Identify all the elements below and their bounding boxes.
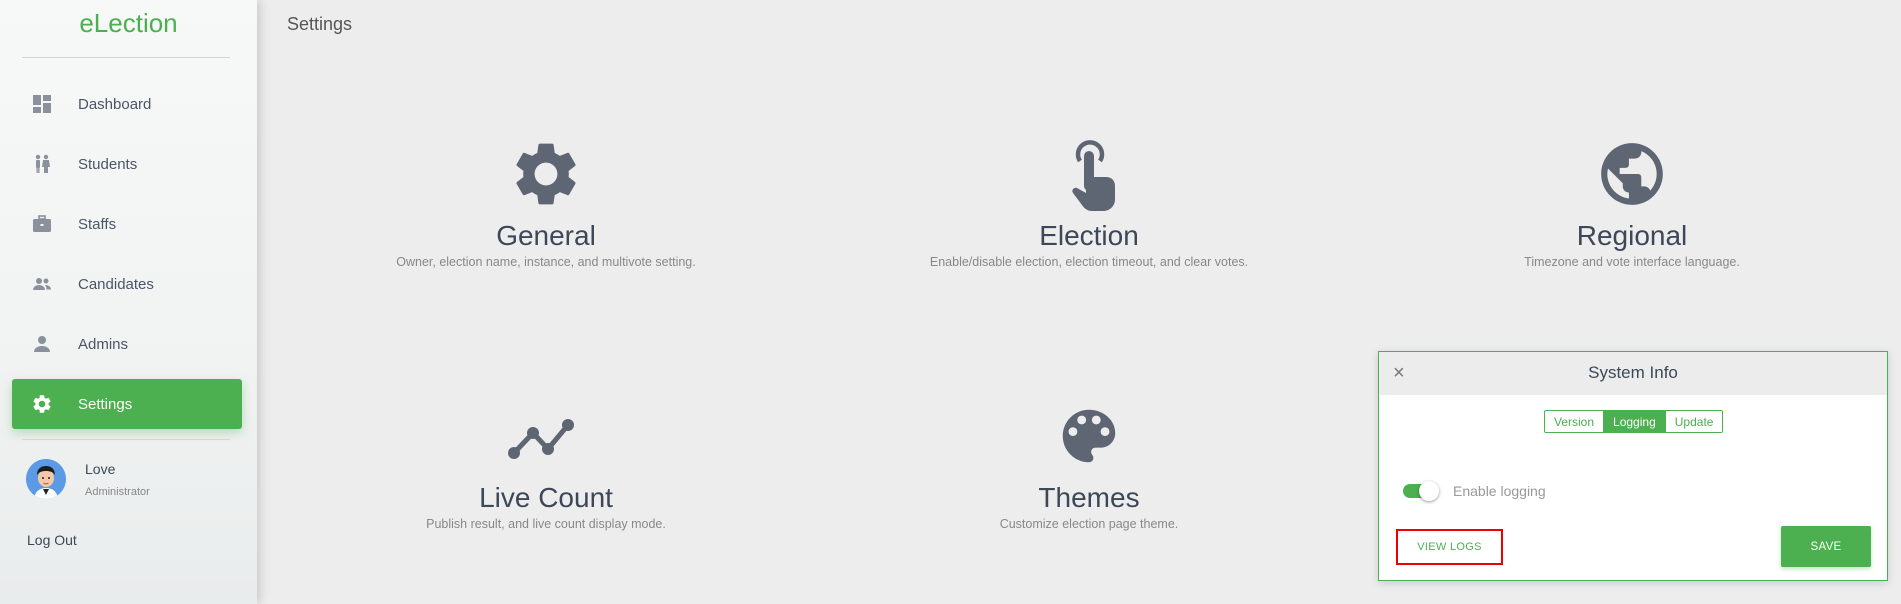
tab-update[interactable]: Update [1665, 410, 1724, 433]
touch-icon [879, 135, 1299, 213]
sidebar-item-dashboard[interactable]: Dashboard [12, 79, 242, 129]
avatar[interactable] [26, 459, 66, 499]
card-description: Timezone and vote interface language. [1524, 255, 1740, 269]
card-title: General [496, 220, 596, 251]
system-info-dialog: × System Info Version Logging Update Ena… [1378, 351, 1888, 581]
card-description: Enable/disable election, election timeou… [929, 255, 1249, 269]
briefcase-icon [30, 212, 54, 236]
line-chart-icon [336, 397, 756, 475]
user-role: Administrator [85, 486, 150, 498]
sidebar-item-label: Admins [78, 335, 129, 353]
user-name: Love [85, 461, 116, 477]
settings-card-election[interactable]: Election Enable/disable election, electi… [879, 135, 1299, 269]
dialog-title: System Info [1588, 363, 1678, 382]
card-description: Customize election page theme. [999, 517, 1179, 531]
sidebar-item-label: Students [78, 155, 138, 173]
enable-logging-toggle[interactable] [1403, 481, 1439, 501]
sidebar-item-label: Dashboard [78, 95, 152, 113]
candidates-icon [30, 272, 54, 296]
sidebar-item-admins[interactable]: Admins [12, 319, 242, 369]
page-title: Settings [287, 14, 353, 34]
sidebar-item-settings[interactable]: Settings [12, 379, 242, 429]
sidebar: eLection Dashboard Students Staffs Candi… [0, 0, 257, 604]
person-icon [30, 332, 54, 356]
logging-toggle-row: Enable logging [1403, 481, 1546, 501]
students-icon [30, 152, 54, 176]
card-title: Live Count [479, 482, 613, 513]
sidebar-item-staffs[interactable]: Staffs [12, 199, 242, 249]
sidebar-item-label: Candidates [78, 275, 154, 293]
settings-card-live-count[interactable]: Live Count Publish result, and live coun… [336, 397, 756, 531]
sidebar-item-label: Settings [78, 395, 133, 413]
sidebar-item-candidates[interactable]: Candidates [12, 259, 242, 309]
settings-card-general[interactable]: General Owner, election name, instance, … [336, 135, 756, 269]
card-title: Themes [1038, 482, 1140, 513]
card-description: Publish result, and live count display m… [426, 517, 666, 531]
toggle-label: Enable logging [1453, 483, 1546, 499]
dialog-header: × System Info [1379, 352, 1887, 395]
gear-icon [336, 135, 756, 213]
card-description: Owner, election name, instance, and mult… [396, 255, 696, 269]
divider [22, 57, 230, 58]
globe-icon [1422, 135, 1842, 213]
dashboard-icon [30, 92, 54, 116]
system-info-tabs: Version Logging Update [1544, 410, 1724, 433]
view-logs-button[interactable]: VIEW LOGS [1396, 529, 1503, 565]
gear-icon [30, 392, 54, 416]
logout-link[interactable]: Log Out [27, 532, 77, 548]
divider [22, 439, 230, 440]
settings-card-regional[interactable]: Regional Timezone and vote interface lan… [1422, 135, 1842, 269]
app-logo[interactable]: eLection [0, 8, 257, 39]
palette-icon [879, 397, 1299, 475]
settings-card-themes[interactable]: Themes Customize election page theme. [879, 397, 1299, 531]
sidebar-item-students[interactable]: Students [12, 139, 242, 189]
tab-version[interactable]: Version [1544, 410, 1605, 433]
sidebar-item-label: Staffs [78, 215, 117, 233]
save-button[interactable]: SAVE [1781, 526, 1871, 567]
card-title: Regional [1576, 220, 1688, 251]
tab-logging[interactable]: Logging [1604, 410, 1666, 433]
card-title: Election [1039, 220, 1139, 251]
